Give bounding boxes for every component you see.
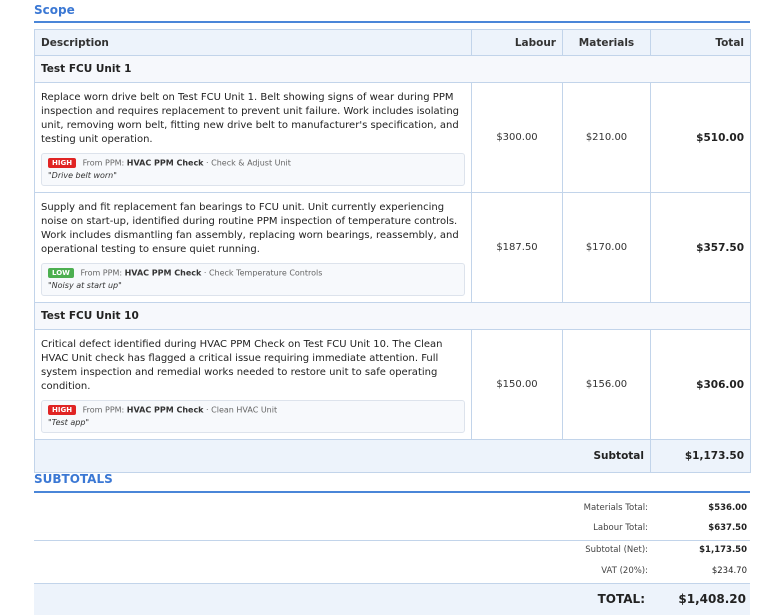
group-row: Test FCU Unit 10 — [34, 302, 751, 330]
vat-value: $234.70 — [711, 566, 747, 576]
item-total: $510.00 — [650, 82, 751, 193]
ppm-check-name: HVAC PPM Check — [126, 158, 204, 168]
labour-total-label: Labour Total: — [593, 523, 648, 533]
scope-header-row: Description Labour Materials Total — [34, 29, 751, 56]
item-materials: $170.00 — [562, 192, 651, 303]
item-description: Critical defect identified during HVAC P… — [41, 339, 443, 392]
item-total: $306.00 — [650, 329, 751, 440]
priority-badge: LOW — [48, 268, 74, 278]
item-labour: $300.00 — [471, 82, 563, 193]
ppm-from-label: From PPM: — [82, 405, 125, 415]
item-total: $357.50 — [650, 192, 751, 303]
materials-total-value: $536.00 — [708, 503, 747, 513]
labour-total-value: $637.50 — [708, 523, 747, 533]
priority-badge: HIGH — [48, 158, 77, 168]
ppm-note: "Noisy at start up" — [48, 281, 122, 290]
ppm-from-label: From PPM: — [82, 158, 125, 168]
ppm-note: "Test app" — [48, 418, 90, 427]
item-description-cell: Supply and fit replacement fan bearings … — [34, 192, 472, 303]
table-row: Replace worn drive belt on Test FCU Unit… — [34, 82, 751, 193]
item-labour: $187.50 — [471, 192, 563, 303]
subtotals-title: SUBTOTALS — [34, 472, 113, 486]
net-subtotal-label: Subtotal (Net): — [585, 545, 648, 555]
scope-subtotal-label: Subtotal — [34, 439, 651, 473]
scope-divider — [34, 21, 750, 23]
scope-subtotal-value: $1,173.50 — [650, 439, 751, 473]
ppm-from-label: From PPM: — [80, 268, 123, 278]
ppm-check-name: HVAC PPM Check — [126, 405, 204, 415]
materials-total-label: Materials Total: — [583, 503, 648, 513]
table-row: Supply and fit replacement fan bearings … — [34, 192, 751, 303]
header-total: Total — [650, 29, 751, 56]
ppm-task-name: · Check & Adjust Unit — [206, 158, 291, 168]
header-description: Description — [34, 29, 472, 56]
summary-divider — [34, 540, 750, 541]
ppm-reference: HIGH From PPM: HVAC PPM Check · Check & … — [41, 153, 465, 186]
subtotals-divider — [34, 491, 750, 493]
group-name: Test FCU Unit 1 — [34, 55, 751, 83]
ppm-task-name: · Clean HVAC Unit — [206, 405, 278, 415]
scope-table: Description Labour Materials Total Test … — [34, 29, 751, 473]
item-description: Supply and fit replacement fan bearings … — [41, 202, 459, 255]
table-row: Critical defect identified during HVAC P… — [34, 329, 751, 440]
header-labour: Labour — [471, 29, 563, 56]
item-labour: $150.00 — [471, 329, 563, 440]
net-subtotal-value: $1,173.50 — [699, 545, 747, 555]
ppm-check-name: HVAC PPM Check — [124, 268, 202, 278]
item-materials: $156.00 — [562, 329, 651, 440]
grand-total-value: $1,408.20 — [678, 592, 746, 606]
scope-title: Scope — [34, 3, 75, 17]
item-materials: $210.00 — [562, 82, 651, 193]
group-row: Test FCU Unit 1 — [34, 55, 751, 83]
grand-total-row: TOTAL: $1,408.20 — [34, 583, 750, 615]
ppm-task-name: · Check Temperature Controls — [203, 268, 323, 278]
priority-badge: HIGH — [48, 405, 77, 415]
item-description-cell: Critical defect identified during HVAC P… — [34, 329, 472, 440]
item-description: Replace worn drive belt on Test FCU Unit… — [41, 92, 460, 145]
header-materials: Materials — [562, 29, 651, 56]
item-description-cell: Replace worn drive belt on Test FCU Unit… — [34, 82, 472, 193]
ppm-note: "Drive belt worn" — [48, 171, 117, 180]
ppm-reference: LOW From PPM: HVAC PPM Check · Check Tem… — [41, 263, 465, 296]
group-name: Test FCU Unit 10 — [34, 302, 751, 330]
scope-subtotal-row: Subtotal $1,173.50 — [34, 439, 751, 473]
grand-total-label: TOTAL: — [597, 592, 645, 606]
vat-label: VAT (20%): — [601, 566, 648, 576]
ppm-reference: HIGH From PPM: HVAC PPM Check · Clean HV… — [41, 400, 465, 433]
